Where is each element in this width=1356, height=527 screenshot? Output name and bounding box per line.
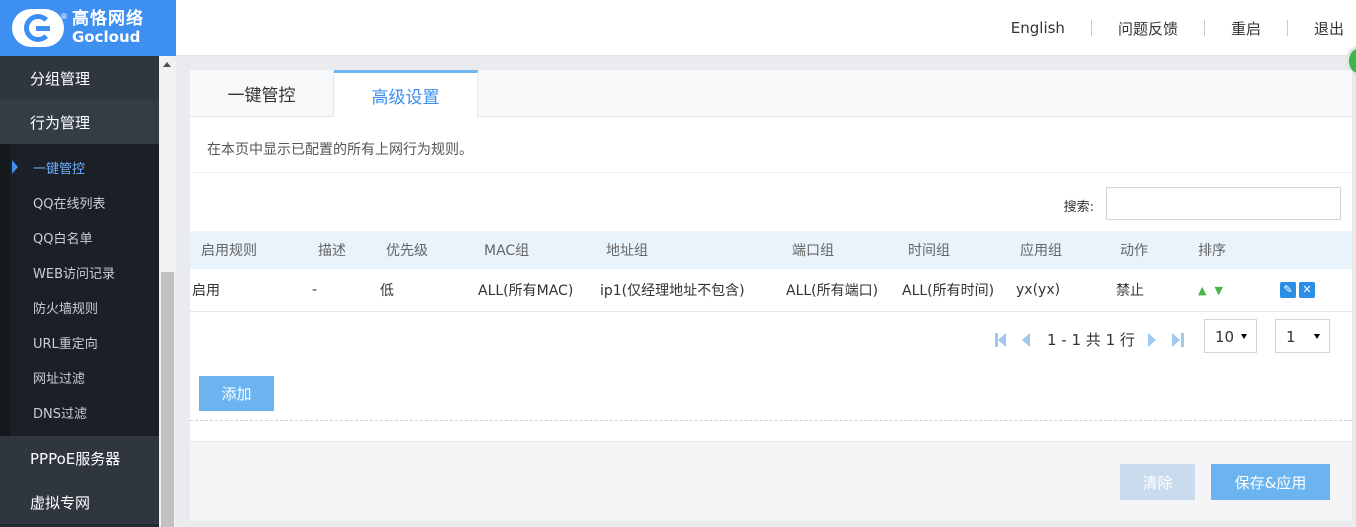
col-operations [1266,231,1352,269]
col-description: 描述 [318,243,346,259]
tab-one-click-control[interactable]: 一键管控 [190,70,334,117]
cell-address-group: ip1(仅经理地址不包含) [600,282,745,299]
cell-app-group: yx(yx) [1016,281,1061,298]
sidebar-submenu: 一键管控 QQ在线列表 QQ白名单 WEB访问记录 防火墙规则 URL重定向 网… [0,144,159,436]
scroll-up-arrow-icon[interactable] [163,62,171,67]
top-nav: English 问题反馈 重启 退出 [985,0,1356,56]
sidebar-item-firewall-rules[interactable]: 防火墙规则 [0,290,159,325]
brand-name-en: Gocloud [72,28,141,46]
search-row: 搜索: [190,173,1352,231]
rules-table: 启用规则 描述 优先级 MAC组 地址组 端口组 时间组 应用组 动作 排序 启… [190,231,1352,312]
next-page-icon[interactable] [1148,333,1156,347]
top-header: ® 高恪网络 Gocloud English 问题反馈 重启 退出 [0,0,1356,76]
delete-icon[interactable]: ✕ [1299,282,1315,299]
cell-sort: ▲ ▼ [1192,269,1266,311]
tab-advanced-settings[interactable]: 高级设置 [334,70,478,118]
sidebar-group-group-management[interactable]: 分组管理 [0,56,159,100]
sidebar-item-url-filter[interactable]: 网址过滤 [0,360,159,395]
page-size-select[interactable]: 10 [1204,319,1257,353]
cell-time-group: ALL(所有时间) [902,282,995,299]
search-input[interactable] [1106,187,1341,220]
col-address-group: 地址组 [606,243,648,259]
registered-mark: ® [60,12,68,21]
clear-button[interactable]: 清除 [1120,464,1195,500]
last-page-icon[interactable] [1172,333,1184,347]
col-mac-group: MAC组 [484,243,530,259]
page-number-select[interactable]: 1 [1275,319,1330,353]
sidebar-item-dns-filter[interactable]: DNS过滤 [0,395,159,430]
sidebar-group-vpn[interactable]: 虚拟专网 [0,480,159,524]
sidebar-item-qq-whitelist[interactable]: QQ白名单 [0,220,159,255]
pagination-summary: 1 - 1 共 1 行 [1047,331,1135,349]
cell-operations: ✎ ✕ [1266,269,1352,311]
reboot-link[interactable]: 重启 [1205,18,1287,39]
sidebar-item-url-redirect[interactable]: URL重定向 [0,325,159,360]
page-number-value: 1 [1286,328,1296,346]
logout-link[interactable]: 退出 [1288,18,1356,39]
action-footer: 清除 保存&应用 [190,441,1352,521]
sidebar-item-qq-online-list[interactable]: QQ在线列表 [0,185,159,220]
tab-bar: 一键管控 高级设置 [190,70,1352,118]
col-app-group: 应用组 [1020,243,1062,259]
page-description: 在本页中显示已配置的所有上网行为规则。 [190,117,1352,173]
col-enable-rule: 启用规则 [201,243,257,259]
table-header-row: 启用规则 描述 优先级 MAC组 地址组 端口组 时间组 应用组 动作 排序 [190,231,1352,269]
chevron-down-icon [1241,334,1247,339]
move-down-icon[interactable]: ▼ [1214,284,1222,297]
language-link[interactable]: English [985,19,1091,37]
sidebar-group-behavior-management[interactable]: 行为管理 [0,100,159,144]
cell-priority: 低 [380,282,394,299]
scroll-thumb[interactable] [161,272,174,527]
table-row: 启用 - 低 ALL(所有MAC) ip1(仅经理地址不包含) ALL(所有端口… [190,269,1352,311]
sidebar-item-web-access-log[interactable]: WEB访问记录 [0,255,159,290]
sidebar-scrollbar[interactable] [159,56,176,527]
gocloud-logo-icon [12,9,64,47]
brand-name-cn: 高恪网络 [72,9,144,29]
sidebar-item-one-click-control[interactable]: 一键管控 [0,150,159,185]
col-sort: 排序 [1198,243,1226,259]
cell-port-group: ALL(所有端口) [786,282,879,299]
chevron-down-icon [1314,334,1320,339]
edit-icon[interactable]: ✎ [1280,282,1296,299]
first-page-icon[interactable] [995,333,1007,347]
pagination: 1 - 1 共 1 行 10 1 [190,319,1352,359]
page-size-value: 10 [1215,328,1235,346]
save-apply-button[interactable]: 保存&应用 [1211,464,1330,500]
col-time-group: 时间组 [908,243,950,259]
cell-action: 禁止 [1116,282,1144,299]
search-label: 搜索: [1063,200,1094,215]
main-panel: 一键管控 高级设置 在本页中显示已配置的所有上网行为规则。 搜索: 启用规则 描… [190,70,1352,521]
section-divider [190,420,1352,421]
prev-page-icon[interactable] [1022,333,1030,347]
cell-mac-group: ALL(所有MAC) [478,282,574,299]
col-port-group: 端口组 [792,243,834,259]
feedback-link[interactable]: 问题反馈 [1092,18,1204,39]
sidebar: 分组管理 行为管理 一键管控 QQ在线列表 QQ白名单 WEB访问记录 防火墙规… [0,56,176,527]
move-up-icon[interactable]: ▲ [1198,284,1206,297]
col-action: 动作 [1120,243,1148,259]
cell-description: - [312,281,318,298]
brand-logo[interactable]: ® 高恪网络 Gocloud [0,0,176,56]
add-button[interactable]: 添加 [199,376,274,411]
cell-enable: 启用 [192,282,220,299]
col-priority: 优先级 [386,243,428,259]
sidebar-group-pppoe-server[interactable]: PPPoE服务器 [0,436,159,480]
